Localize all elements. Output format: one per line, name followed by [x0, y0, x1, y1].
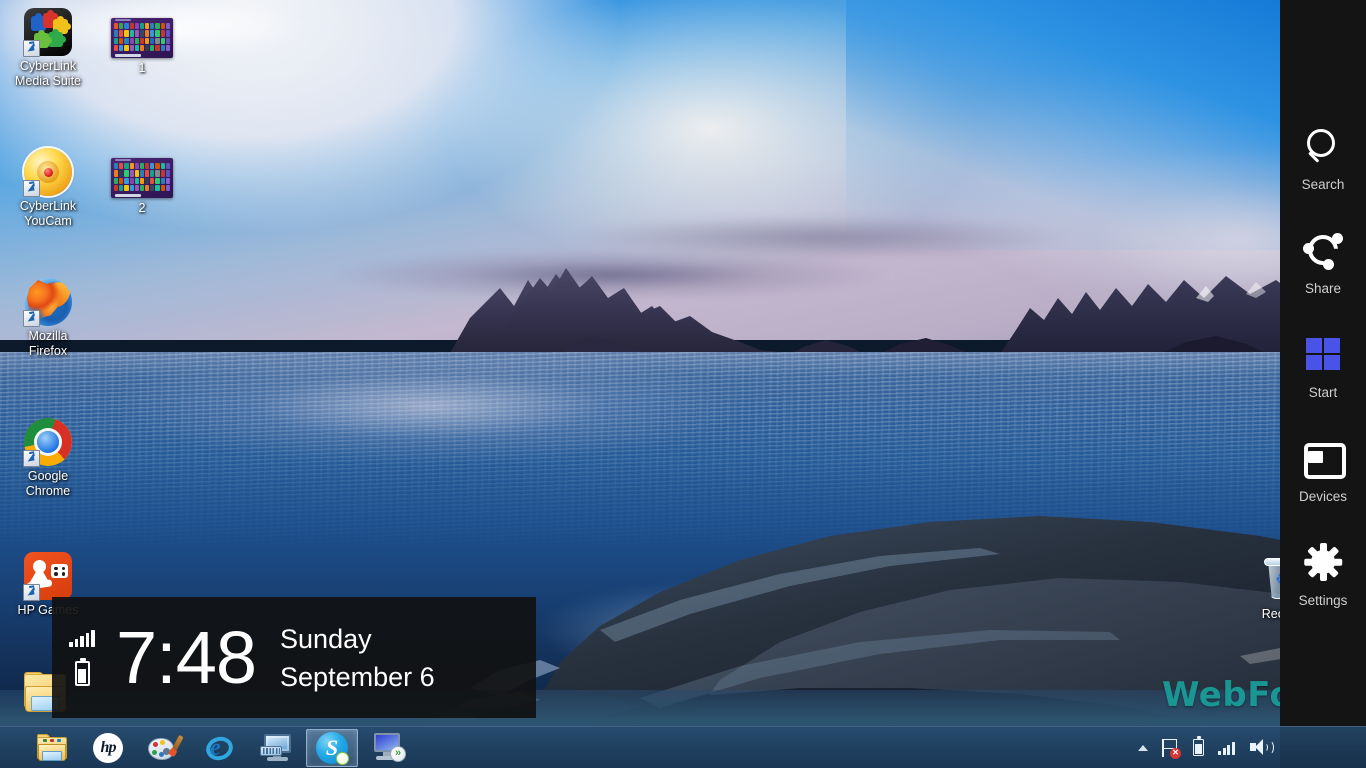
flag-error-icon[interactable]: ✕ [1162, 738, 1181, 759]
clock-date: September 6 [280, 661, 435, 692]
monitor-keyboard-icon [260, 733, 292, 762]
hp-games-icon [23, 552, 72, 601]
charm-share[interactable]: Share [1280, 228, 1366, 296]
charm-label: Start [1308, 385, 1338, 400]
taskbar-button-skype[interactable]: S [306, 728, 358, 767]
desktop-icon-label: 1 [138, 61, 146, 75]
windows-start-icon [1301, 332, 1345, 376]
devices-icon [1301, 436, 1346, 480]
charm-label: Devices [1298, 489, 1347, 504]
charm-settings[interactable]: Settings [1280, 540, 1366, 608]
taskbar-button-file-explorer[interactable] [26, 729, 78, 767]
windows8-start-thumbnail-icon [111, 18, 173, 58]
desktop-icon-google-chrome[interactable]: Google Chrome [0, 418, 96, 499]
remote-desktop-icon: » [371, 732, 406, 763]
gear-icon [1301, 540, 1345, 584]
clock-date-block: Sunday September 6 [256, 620, 435, 696]
share-icon [1301, 228, 1345, 272]
hp-logo-icon: hp [93, 732, 123, 763]
desktop-icon-label: Firefox [28, 344, 68, 358]
internet-explorer-icon: e [203, 732, 236, 764]
hp-logo-text: hp [100, 738, 117, 756]
signal-bars-icon [69, 629, 95, 647]
battery-icon [74, 658, 90, 686]
desktop-icon-2[interactable]: 2 [94, 158, 190, 216]
remote-desktop-badge: » [390, 745, 406, 762]
shortcut-arrow-icon [23, 450, 40, 467]
desktop[interactable]: CyberLink Media Suite 1 CyberLink YouCam [0, 0, 1366, 768]
firefox-icon [23, 278, 72, 327]
taskbar-button-internet-explorer[interactable]: e [194, 729, 246, 767]
desktop-icon-1[interactable]: 1 [94, 18, 190, 76]
charm-search[interactable]: Search [1280, 124, 1366, 192]
desktop-icon-label: Media Suite [14, 74, 81, 88]
error-badge: ✕ [1170, 747, 1181, 759]
taskbar-button-hp[interactable]: hp [82, 729, 134, 767]
charm-start[interactable]: Start [1280, 332, 1366, 400]
paint-palette-icon [148, 734, 184, 762]
desktop-icon-label: Google [27, 469, 69, 483]
cyberlink-youcam-icon [23, 148, 72, 197]
system-tray: ✕ [1138, 727, 1366, 768]
charm-label: Share [1304, 281, 1342, 296]
skype-icon: S [316, 731, 349, 765]
clock-overlay-panel: 7:48 Sunday September 6 [52, 597, 536, 718]
charm-devices[interactable]: Devices [1280, 436, 1366, 504]
desktop-icon-cyberlink-media-suite[interactable]: CyberLink Media Suite [0, 8, 96, 89]
desktop-icon-label: CyberLink [19, 59, 77, 73]
search-icon [1301, 124, 1345, 168]
signal-bars-icon[interactable] [1218, 740, 1236, 755]
windows8-start-thumbnail-icon [111, 158, 173, 198]
battery-icon[interactable] [1193, 736, 1204, 756]
clock-status-icons [52, 597, 106, 718]
desktop-icon-cyberlink-youcam[interactable]: CyberLink YouCam [0, 148, 96, 229]
speaker-icon[interactable] [1250, 739, 1274, 756]
file-explorer-icon [36, 733, 68, 762]
desktop-icon-label: CyberLink [19, 199, 77, 213]
desktop-icon-label: Chrome [25, 484, 71, 498]
taskbar-button-paint[interactable] [138, 729, 190, 767]
taskbar-button-on-screen-keyboard[interactable] [250, 729, 302, 767]
ie-letter: e [210, 734, 221, 761]
taskbar-buttons: hp e S » [0, 727, 414, 768]
desktop-icon-label: Mozilla [28, 329, 68, 343]
desktop-icon-label: YouCam [24, 214, 72, 228]
cyberlink-media-suite-icon [23, 8, 72, 57]
shortcut-arrow-icon [23, 310, 40, 327]
taskbar-button-remote-desktop[interactable]: » [362, 729, 414, 767]
chevron-up-icon[interactable] [1138, 744, 1148, 751]
clock-day: Sunday [280, 623, 372, 654]
charm-label: Search [1301, 177, 1345, 192]
charm-label: Settings [1298, 593, 1348, 608]
shortcut-arrow-icon [23, 180, 40, 197]
clock-time: 7:48 [116, 615, 257, 699]
desktop-icon-mozilla-firefox[interactable]: Mozilla Firefox [0, 278, 96, 359]
chrome-icon [23, 418, 72, 467]
shortcut-arrow-icon [23, 40, 40, 57]
desktop-icon-label: 2 [138, 201, 146, 215]
taskbar[interactable]: hp e S » ✕ [0, 726, 1366, 768]
shortcut-arrow-icon [23, 584, 40, 601]
charms-bar[interactable]: Search Share Start Devices Settings [1280, 0, 1366, 768]
